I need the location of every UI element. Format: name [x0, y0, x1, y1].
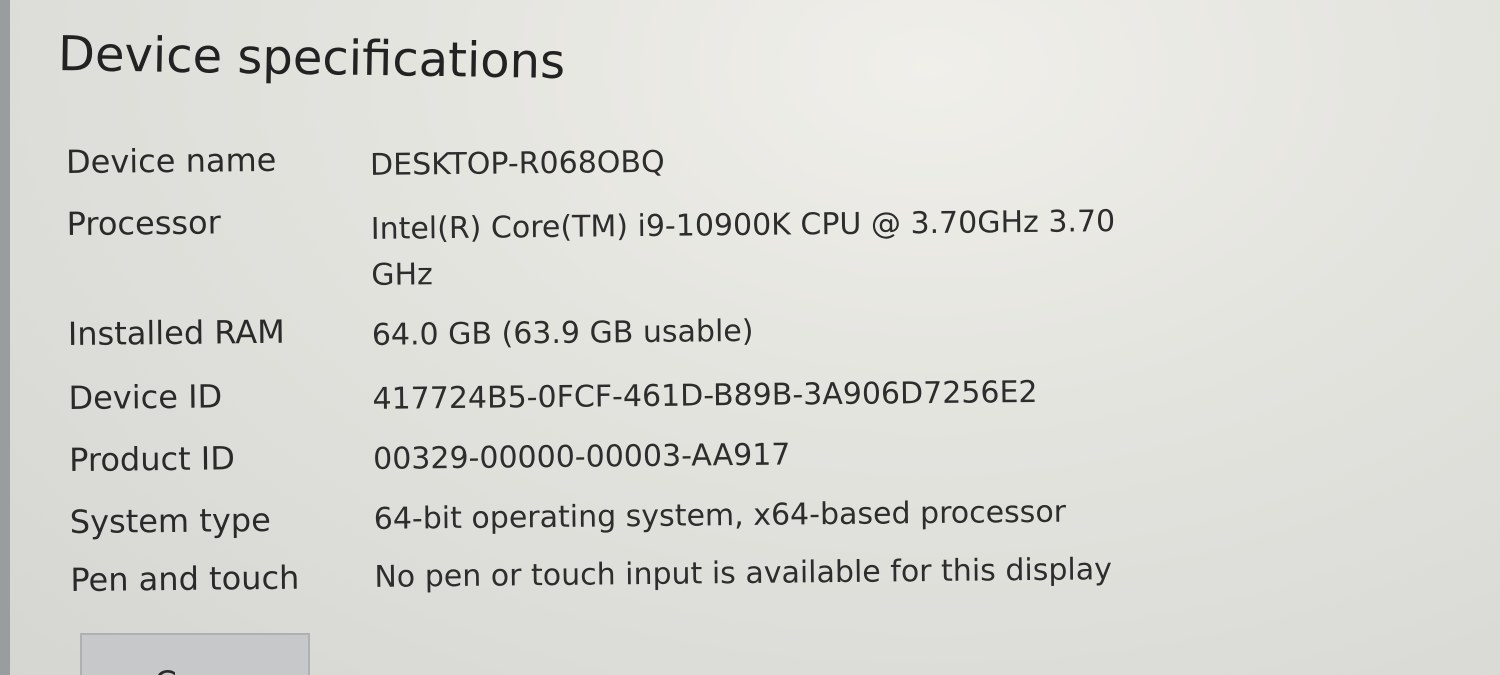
spec-label: Processor — [66, 203, 221, 244]
spec-row-installed-ram: Installed RAM 64.0 GB (63.9 GB usable) — [2, 300, 1202, 363]
spec-label: Device ID — [68, 377, 223, 418]
spec-row-product-id: Product ID 00329-00000-00003-AA917 — [3, 426, 1203, 489]
spec-value: 64-bit operating system, x64-based proce… — [373, 494, 1067, 537]
spec-row-pen-and-touch: Pen and touch No pen or touch input is a… — [4, 546, 1204, 609]
spec-label: Installed RAM — [67, 312, 285, 354]
spec-label: Device name — [65, 140, 277, 182]
spec-row-system-type: System type 64-bit operating system, x64… — [4, 488, 1204, 551]
spec-value: Intel(R) Core(TM) i9-10900K CPU @ 3.70GH… — [370, 204, 1116, 293]
spec-value: DESKTOP-R068OBQ — [369, 144, 665, 183]
spec-value: No pen or touch input is available for t… — [374, 552, 1113, 595]
spec-value: 417724B5-0FCF-461D-B89B-3A906D7256E2 — [372, 374, 1038, 417]
device-specifications-list: Device name DESKTOP-R068OBQ Processor In… — [0, 0, 1500, 675]
spec-row-device-id: Device ID 417724B5-0FCF-461D-B89B-3A906D… — [2, 364, 1202, 427]
spec-row-device-name: Device name DESKTOP-R068OBQ — [0, 128, 1200, 191]
spec-label: Product ID — [68, 439, 236, 480]
copy-button[interactable]: Copy — [80, 633, 310, 675]
spec-label: System type — [69, 500, 271, 542]
spec-value: 00329-00000-00003-AA917 — [372, 437, 791, 477]
spec-value: 64.0 GB (63.9 GB usable) — [371, 313, 754, 353]
spec-row-processor: Processor Intel(R) Core(TM) i9-10900K CP… — [0, 190, 1200, 292]
spec-label: Pen and touch — [70, 558, 300, 600]
